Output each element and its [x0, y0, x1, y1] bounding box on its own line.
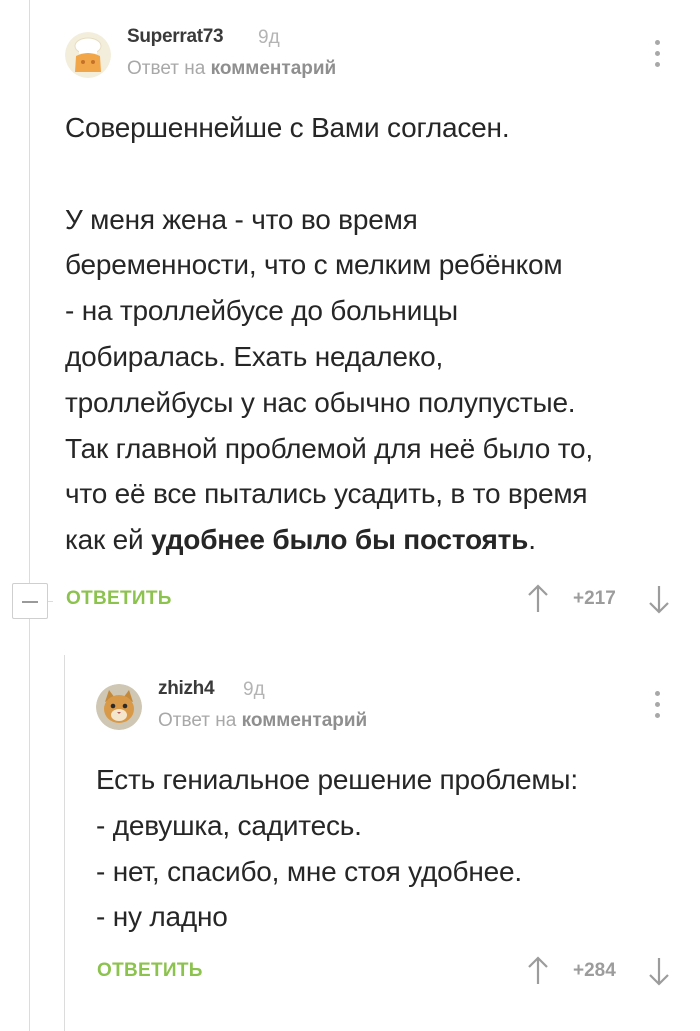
more-menu-icon[interactable]	[655, 691, 661, 721]
comment-line: Так главной проблемой для неё было то,	[65, 432, 593, 464]
comment-username[interactable]: zhizh4	[158, 678, 215, 700]
comment-line-last: как ей удобнее было бы постоять.	[65, 517, 685, 563]
cat-avatar-icon	[96, 684, 142, 730]
comment-text: .	[528, 524, 536, 556]
comment-line: Есть гениальное решение проблемы:	[96, 764, 578, 795]
collapse-thread-button[interactable]	[12, 583, 48, 619]
thread-line-outer-lower	[29, 619, 30, 1031]
comment-text: как ей	[65, 524, 152, 556]
reply-to-line: Ответ на комментарий	[158, 710, 367, 732]
comment-line: что её все пытались усадить, в то время	[65, 478, 588, 510]
rating-count: +284	[573, 960, 616, 981]
thread-line-nested	[64, 655, 65, 1031]
comment-line: У меня жена - что во время	[65, 203, 418, 235]
comment-line: - на троллейбусе до больницы	[65, 295, 458, 327]
chef-hat-avatar-icon	[65, 32, 111, 78]
reply-button[interactable]: ОТВЕТИТЬ	[66, 588, 172, 610]
reply-to-comment-link[interactable]: комментарий	[211, 58, 337, 79]
rating-count: +217	[573, 588, 616, 609]
reply-to-comment-link[interactable]: комментарий	[242, 710, 368, 731]
upvote-arrow-icon[interactable]	[527, 584, 549, 614]
reply-to-prefix: Ответ на	[158, 710, 242, 731]
comment-time: 9д	[258, 27, 280, 48]
comment-line: беременности, что с мелким ребёнком	[65, 249, 563, 281]
comment-line: - девушка, садитесь.	[96, 809, 362, 841]
reply-to-line: Ответ на комментарий	[127, 58, 336, 80]
comment-line: троллейбусы у нас обычно полупустые.	[65, 386, 576, 418]
comment-line: Совершеннейше с Вами согласен.	[65, 112, 510, 143]
comment-blank-line	[65, 151, 685, 197]
comment-line: - нет, спасибо, мне стоя удобнее.	[96, 855, 522, 887]
comment-line: - ну ладно	[96, 901, 228, 933]
thread-line-outer	[29, 0, 30, 583]
more-menu-icon[interactable]	[655, 40, 661, 70]
comment-bold-text: удобнее было бы постоять	[151, 524, 529, 556]
comment-body: Совершеннейше с Вами согласен. У меня же…	[65, 105, 685, 563]
user-avatar[interactable]	[96, 684, 142, 730]
downvote-arrow-icon[interactable]	[648, 956, 670, 986]
user-avatar[interactable]	[65, 32, 111, 78]
downvote-arrow-icon[interactable]	[648, 584, 670, 614]
upvote-arrow-icon[interactable]	[527, 956, 549, 986]
comment-username[interactable]: Superrat73	[127, 26, 224, 48]
comment-body: Есть гениальное решение проблемы: - деву…	[96, 757, 686, 940]
reply-to-prefix: Ответ на	[127, 58, 211, 79]
comment-line: добиралась. Ехать недалеко,	[65, 340, 444, 372]
reply-button[interactable]: ОТВЕТИТЬ	[97, 960, 203, 982]
comment-time: 9д	[243, 679, 265, 700]
